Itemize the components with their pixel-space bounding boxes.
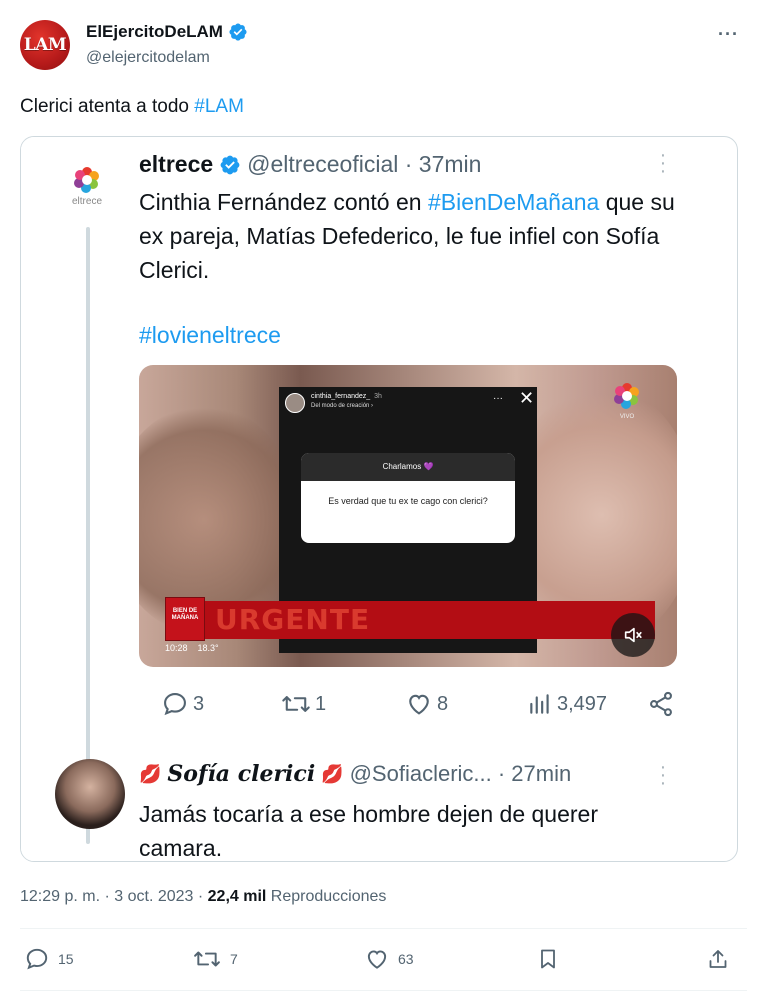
story-more-icon: ···: [493, 393, 503, 404]
share-nodes-icon: [650, 691, 672, 717]
question-sticker-header: Charlamos 💜: [301, 453, 515, 481]
eltrece-avatar: eltrece: [65, 165, 109, 207]
temperature: 18.3°: [197, 643, 219, 653]
quoted-retweet-count: 1: [281, 690, 326, 718]
quoted-retweet-count-text: 1: [315, 692, 327, 715]
tweet-actions: 15 7 63: [20, 940, 747, 980]
eltrece-avatar-label: eltrece: [71, 196, 102, 207]
lips-emoji-icon: 💋: [321, 763, 344, 784]
clock: 10:28: [165, 643, 188, 653]
reply-button[interactable]: 15: [24, 946, 74, 972]
story-username: cinthia_fernandez_ 3h: [311, 393, 382, 400]
author-handle[interactable]: @elejercitodelam: [86, 49, 210, 67]
quoted-tweet-actions: 3 1 8 3,497: [161, 690, 681, 720]
retweet-button[interactable]: 7: [192, 946, 238, 972]
quoted-view-count-text: 3,497: [557, 692, 608, 715]
author-display-name[interactable]: ElEjercitoDeLAM: [86, 22, 223, 42]
reply-author-avatar: [55, 759, 125, 829]
retweet-icon: [194, 951, 220, 967]
share-button[interactable]: [706, 946, 730, 972]
heart-icon: [409, 694, 429, 715]
story-close-icon: ✕: [519, 388, 535, 408]
bookmark-button[interactable]: [536, 946, 560, 972]
views-chart-icon: [530, 694, 549, 714]
quoted-author-name: eltrece: [139, 151, 214, 177]
bookmark-icon: [541, 949, 555, 969]
quoted-view-count: 3,497: [527, 690, 607, 718]
clock-temperature: 10:28 18.3°: [165, 643, 229, 653]
quoted-share: [647, 690, 675, 718]
mute-icon: [611, 613, 655, 657]
quoted-hashtag: #BienDeMañana: [427, 189, 600, 215]
divider: [20, 928, 747, 929]
vertical-dots-icon: · · ·: [659, 144, 667, 182]
quoted-text-prefix: Cinthia Fernández contó en: [139, 189, 428, 215]
verified-badge-icon: [220, 155, 240, 174]
quoted-like-count: 8: [405, 690, 448, 718]
reply-author-name: Sofía clerici: [167, 761, 316, 787]
quoted-tweet-text: Cinthia Fernández contó en #BienDeMañana…: [139, 185, 699, 287]
tweet-text: Clerici atenta a todo #LAM: [20, 96, 244, 118]
vertical-dots-icon: · · ·: [659, 756, 667, 794]
views-label: Reproducciones: [266, 888, 387, 905]
heart-icon: [367, 950, 387, 969]
story-username-text: cinthia_fernandez_: [311, 393, 371, 400]
live-tag: VIVO: [619, 414, 635, 420]
story-time: 3h: [374, 393, 382, 400]
views-count: 22,4 mil: [207, 888, 267, 905]
story-subtitle: Del modo de creación ›: [311, 403, 374, 409]
tweet-meta: 12:29 p. m. · 3 oct. 2023 · 22,4 mil Rep…: [20, 888, 386, 906]
quoted-reply-count-text: 3: [193, 692, 205, 715]
reply-author-row: 💋 Sofía clerici 💋 @Sofiacleric... · 27mi…: [139, 761, 571, 787]
reply-count: 15: [58, 951, 74, 967]
quoted-tweet-content: eltrece eltrece @eltreceoficial · 37min …: [21, 137, 721, 861]
quoted-reply-count: 3: [161, 690, 204, 718]
urgent-banner: URGENTE: [165, 601, 655, 639]
question-sticker: Charlamos 💜 Es verdad que tu ex te cago …: [301, 453, 515, 543]
quoted-video-thumbnail: cinthia_fernandez_ 3h Del modo de creació…: [139, 365, 677, 667]
question-sticker-text: Es verdad que tu ex te cago con clerici?: [328, 496, 488, 506]
eltrece-flower-icon: [74, 167, 99, 193]
reply-icon: [164, 693, 186, 716]
tweet-timestamp[interactable]: 12:29 p. m. · 3 oct. 2023 ·: [20, 888, 208, 905]
avatar-logo-text: LAM: [23, 35, 67, 55]
thread-line: [86, 227, 90, 844]
reply-text: Jamás tocaría a ese hombre dejen de quer…: [139, 801, 598, 861]
quoted-like-count-text: 8: [437, 692, 449, 715]
like-count: 63: [398, 951, 414, 967]
author-avatar[interactable]: LAM: [20, 20, 70, 70]
hashtag-link[interactable]: #LAM: [194, 96, 244, 117]
lips-emoji-icon: 💋: [139, 763, 162, 784]
show-logo: BIEN DE MAÑANA: [165, 597, 205, 641]
verified-badge-icon: [229, 23, 247, 41]
quoted-author-row: eltrece @eltreceoficial · 37min: [139, 151, 481, 178]
share-upload-icon: [709, 950, 727, 968]
tweet-header: LAM ElEjercitoDeLAM @elejercitodelam ···: [20, 18, 747, 74]
retweet-count: 7: [230, 951, 238, 967]
reply-icon: [26, 948, 48, 970]
channel-logo: VIVO: [609, 381, 645, 420]
quoted-hashtag-2: #lovieneltrece: [139, 322, 281, 348]
author-name-row: ElEjercitoDeLAM: [86, 22, 248, 42]
quoted-tweet-image[interactable]: eltrece eltrece @eltreceoficial · 37min …: [20, 136, 738, 862]
eltrece-flower-icon: [614, 383, 639, 409]
speaker-muted-icon: [624, 627, 642, 643]
quoted-author-handle-time: @eltreceoficial · 37min: [247, 151, 482, 177]
urgent-banner-text: URGENTE: [215, 603, 371, 636]
like-button[interactable]: 63: [364, 946, 414, 972]
story-avatar: [285, 393, 305, 413]
divider: [20, 990, 747, 991]
reply-author-handle-time: @Sofiacleric... · 27min: [349, 761, 572, 786]
more-options-icon[interactable]: ···: [718, 24, 739, 45]
tweet-text-body: Clerici atenta a todo: [20, 96, 195, 117]
retweet-icon: [282, 696, 310, 712]
